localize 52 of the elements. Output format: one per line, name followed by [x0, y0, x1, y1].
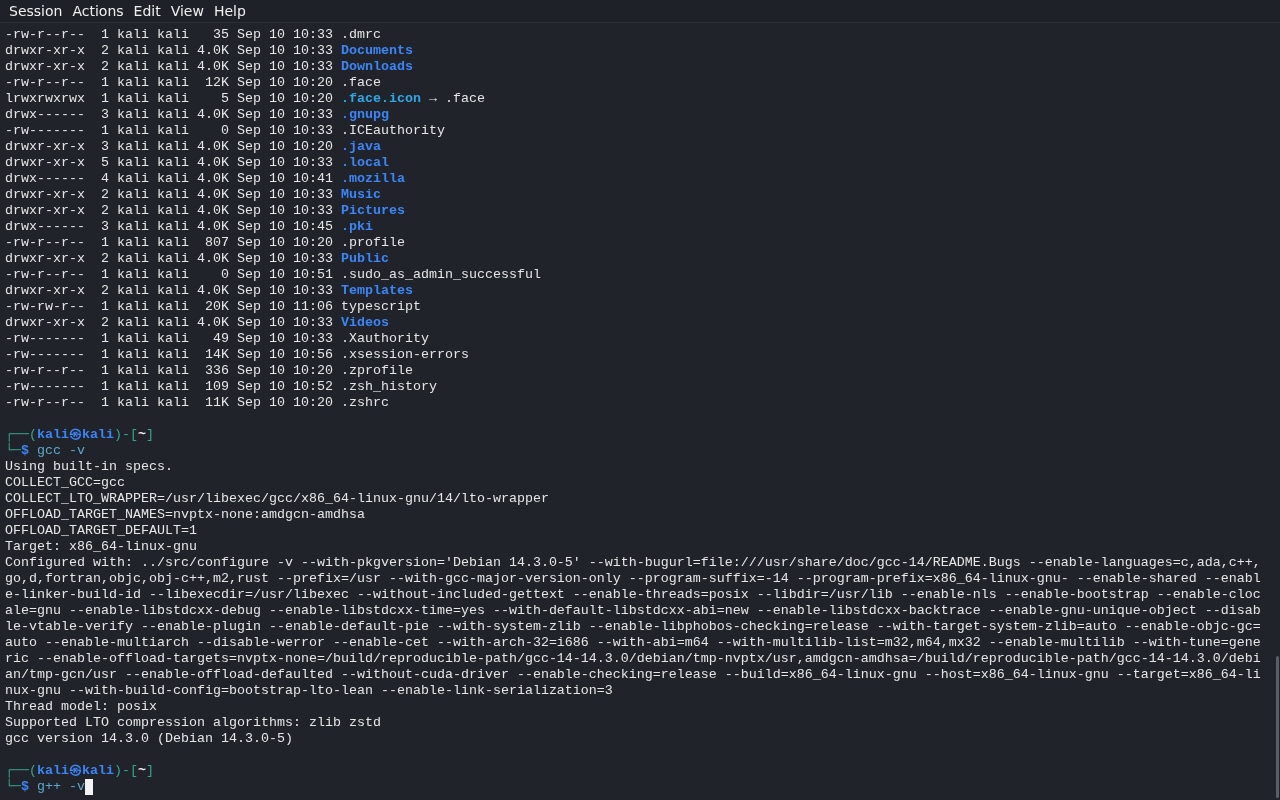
output-line: an/tmp-gcn/usr --enable-offload-defaulted --without-cuda-driver --enable-checking=release --build=x86_64-linux-gnu --host=x86_64-linux-gnu --target=x86_64-li: [5, 667, 1261, 683]
output-line: nux-gnu --with-build-config=bootstrap-lto-lean --enable-link-serialization=3: [5, 683, 613, 699]
file-listing-line: -rw-rw-r-- 1 kali kali 20K Sep 10 11:06 typescript: [5, 299, 421, 315]
output-line: OFFLOAD_TARGET_DEFAULT=1: [5, 523, 197, 539]
file-listing-line: drwxr-xr-x 3 kali kali 4.0K Sep 10 10:20 .java: [5, 139, 381, 155]
file-listing-line: -rw-r--r-- 1 kali kali 807 Sep 10 10:20 .profile: [5, 235, 405, 251]
output-line: Thread model: posix: [5, 699, 157, 715]
file-listing-line: drwxr-xr-x 5 kali kali 4.0K Sep 10 10:33 .local: [5, 155, 389, 171]
menu-item[interactable]: Help: [208, 1, 251, 21]
command-line: └─$ g++ -v: [5, 779, 93, 795]
output-line: e-linker-build-id --libexecdir=/usr/libexec --without-included-gettext --enable-threads=posix --libdir=/usr/lib --enable-nls --enable-bootstrap --enable-cloc: [5, 587, 1261, 603]
menu-item[interactable]: Actions: [67, 1, 129, 21]
file-listing-line: drwxr-xr-x 2 kali kali 4.0K Sep 10 10:33 Downloads: [5, 59, 413, 75]
scrollbar-thumb[interactable]: [1276, 656, 1279, 798]
file-listing-line: -rw-r--r-- 1 kali kali 336 Sep 10 10:20 .zprofile: [5, 363, 413, 379]
command-line: └─$ gcc -v: [5, 443, 85, 459]
file-listing-line: -rw------- 1 kali kali 0 Sep 10 10:33 .ICEauthority: [5, 123, 445, 139]
output-line: Target: x86_64-linux-gnu: [5, 539, 197, 555]
file-listing-line: -rw-r--r-- 1 kali kali 12K Sep 10 10:20 .face: [5, 75, 381, 91]
menu-item[interactable]: Session: [4, 1, 68, 21]
output-line: ale=gnu --enable-libstdcxx-debug --enable-libstdcxx-time=yes --with-default-libstdcxx-abi=new --enable-libstdcxx-backtrace --enable-gnu-unique-object --disab: [5, 603, 1261, 619]
file-listing-line: drwx------ 3 kali kali 4.0K Sep 10 10:33 .gnupg: [5, 107, 389, 123]
output-line: ric --enable-offload-targets=nvptx-none=/build/reproducible-path/gcc-14-14.3.0/debian/tmp-nvptx/usr,amdgcn-amdhsa=/build/reproducible-path/gcc-14-14.3.0/debi: [5, 651, 1261, 667]
menu-item[interactable]: Edit: [128, 1, 166, 21]
output-line: auto --enable-multiarch --disable-werror --enable-cet --with-arch-32=i686 --with-abi=m64 --with-multilib-list=m32,m64,mx32 --enable-multilib --with-tune=gene: [5, 635, 1261, 651]
output-line: gcc version 14.3.0 (Debian 14.3.0-5): [5, 731, 293, 747]
menu-item[interactable]: View: [165, 1, 209, 21]
file-listing-line: drwxr-xr-x 2 kali kali 4.0K Sep 10 10:33 Documents: [5, 43, 413, 59]
file-listing-line: -rw------- 1 kali kali 49 Sep 10 10:33 .Xauthority: [5, 331, 429, 347]
file-listing-line: lrwxrwxrwx 1 kali kali 5 Sep 10 10:20 .face.icon → .face: [5, 91, 485, 107]
file-listing-line: drwxr-xr-x 2 kali kali 4.0K Sep 10 10:33 Public: [5, 251, 389, 267]
file-listing-line: drwxr-xr-x 2 kali kali 4.0K Sep 10 10:33 Pictures: [5, 203, 405, 219]
output-line: COLLECT_LTO_WRAPPER=/usr/libexec/gcc/x86_64-linux-gnu/14/lto-wrapper: [5, 491, 549, 507]
file-listing-line: -rw-r--r-- 1 kali kali 35 Sep 10 10:33 .dmrc: [5, 27, 381, 43]
file-listing-line: -rw-r--r-- 1 kali kali 0 Sep 10 10:51 .sudo_as_admin_successful: [5, 267, 541, 283]
output-line: le-vtable-verify --enable-plugin --enable-default-pie --with-system-zlib --enable-libphobos-checking=release --with-target-system-zlib=auto --enable-objc-gc=: [5, 619, 1261, 635]
file-listing-line: drwxr-xr-x 2 kali kali 4.0K Sep 10 10:33 Templates: [5, 283, 413, 299]
file-listing-line: -rw------- 1 kali kali 109 Sep 10 10:52 .zsh_history: [5, 379, 437, 395]
output-line: COLLECT_GCC=gcc: [5, 475, 125, 491]
prompt-line: ┌──(kali㉿kali)-[~]: [5, 427, 154, 443]
output-line: Using built-in specs.: [5, 459, 173, 475]
prompt-line: ┌──(kali㉿kali)-[~]: [5, 763, 154, 779]
file-listing-line: drwx------ 4 kali kali 4.0K Sep 10 10:41 .mozilla: [5, 171, 405, 187]
file-listing-line: drwxr-xr-x 2 kali kali 4.0K Sep 10 10:33 Videos: [5, 315, 389, 331]
file-listing-line: -rw------- 1 kali kali 14K Sep 10 10:56 .xsession-errors: [5, 347, 469, 363]
output-line: OFFLOAD_TARGET_NAMES=nvptx-none:amdgcn-amdhsa: [5, 507, 365, 523]
file-listing-line: -rw-r--r-- 1 kali kali 11K Sep 10 10:20 .zshrc: [5, 395, 389, 411]
output-line: Supported LTO compression algorithms: zlib zstd: [5, 715, 381, 731]
output-line: go,d,fortran,objc,obj-c++,m2,rust --prefix=/usr --with-gcc-major-version-only --program-suffix=-14 --program-prefix=x86_64-linux-gnu- --enable-shared --enabl: [5, 571, 1261, 587]
file-listing-line: drwxr-xr-x 2 kali kali 4.0K Sep 10 10:33 Music: [5, 187, 381, 203]
output-line: Configured with: ../src/configure -v --with-pkgversion='Debian 14.3.0-5' --with-bugurl=file:///usr/share/doc/gcc-14/README.Bugs --enable-languages=c,ada,c++,: [5, 555, 1261, 571]
file-listing-line: drwx------ 3 kali kali 4.0K Sep 10 10:45 .pki: [5, 219, 373, 235]
